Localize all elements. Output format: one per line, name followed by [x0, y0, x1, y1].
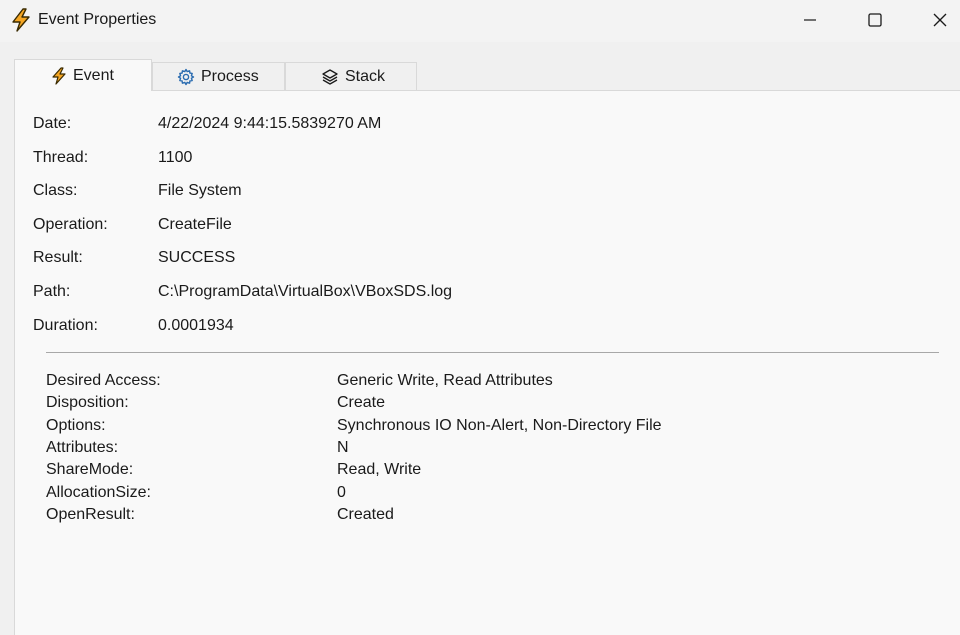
- minimize-button[interactable]: [787, 0, 833, 40]
- detail-value: Read, Write: [337, 461, 422, 478]
- detail-label: Attributes:: [46, 439, 119, 456]
- property-value: File System: [158, 182, 242, 199]
- detail-value: Created: [337, 506, 394, 523]
- property-value: C:\ProgramData\VirtualBox\VBoxSDS.log: [158, 283, 453, 300]
- layers-icon: [321, 68, 339, 86]
- minimize-icon: [802, 12, 818, 28]
- property-label: Operation:: [33, 216, 108, 233]
- property-label: Class:: [33, 182, 78, 199]
- property-label: Thread:: [33, 149, 89, 166]
- maximize-button[interactable]: [852, 0, 898, 40]
- detail-value: Generic Write, Read Attributes: [337, 372, 553, 389]
- title-bar: Event Properties: [0, 0, 960, 42]
- property-label: Duration:: [33, 317, 98, 334]
- property-value: 0.0001934: [158, 317, 234, 334]
- detail-label: AllocationSize:: [46, 484, 151, 501]
- tab-label: Stack: [345, 67, 386, 85]
- lightning-icon: [10, 8, 32, 32]
- window-title: Event Properties: [38, 11, 157, 28]
- tab-label: Event: [73, 66, 114, 84]
- property-value: 1100: [158, 149, 193, 166]
- property-value: SUCCESS: [158, 249, 236, 266]
- property-label: Date:: [33, 115, 72, 132]
- gear-icon: [177, 68, 195, 86]
- property-label: Path:: [33, 283, 71, 300]
- detail-value: 0: [337, 484, 346, 501]
- detail-label: Desired Access:: [46, 372, 161, 389]
- close-icon: [932, 12, 948, 28]
- detail-label: ShareMode:: [46, 461, 134, 478]
- close-button[interactable]: [917, 0, 960, 40]
- tab-stack[interactable]: Stack: [285, 62, 417, 90]
- detail-value: Create: [337, 394, 386, 411]
- detail-value: N: [337, 439, 349, 456]
- detail-value: Synchronous IO Non-Alert, Non-Directory …: [337, 417, 662, 434]
- property-label: Result:: [33, 249, 83, 266]
- tab-event[interactable]: Event: [14, 59, 152, 91]
- event-panel: Date: 4/22/2024 9:44:15.5839270 AM Threa…: [14, 90, 960, 635]
- property-value: 4/22/2024 9:44:15.5839270 AM: [158, 115, 382, 132]
- divider: [46, 352, 939, 353]
- detail-label: Options:: [46, 417, 106, 434]
- tab-process[interactable]: Process: [152, 62, 285, 90]
- maximize-icon: [867, 12, 883, 28]
- detail-label: OpenResult:: [46, 506, 135, 523]
- detail-label: Disposition:: [46, 394, 129, 411]
- property-value: CreateFile: [158, 216, 232, 233]
- tab-label: Process: [201, 67, 259, 85]
- lightning-icon: [51, 66, 67, 85]
